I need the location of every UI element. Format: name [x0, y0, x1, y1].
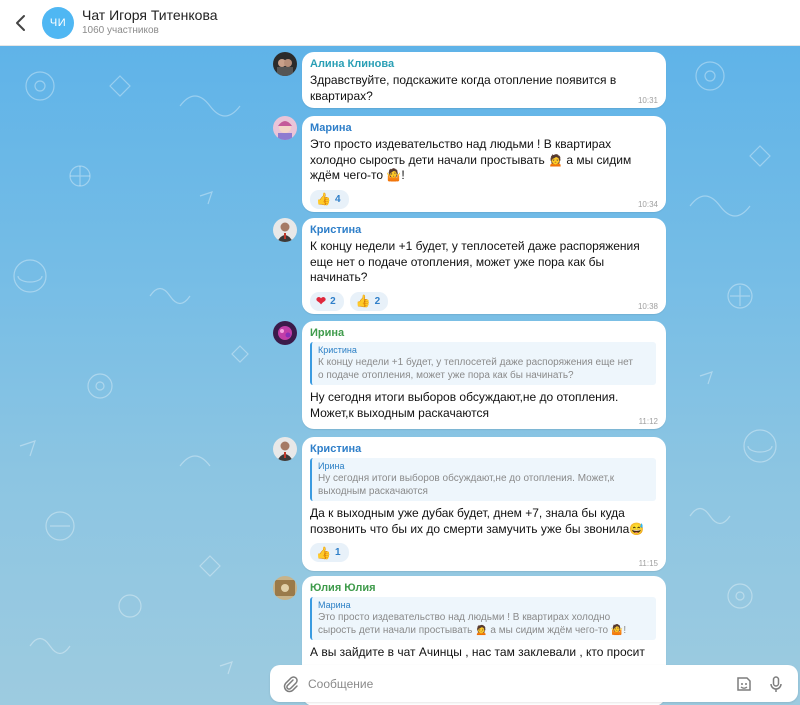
- reply-text: Ну сегодня итоги выборов обсуждают,не до…: [318, 473, 615, 497]
- message-time: 11:12: [638, 417, 658, 426]
- thumbs-up-icon: 👍: [355, 294, 371, 308]
- reply-text: К концу недели +1 будет, у теплосетей да…: [318, 357, 633, 381]
- member-count: 1060 участников: [82, 25, 159, 36]
- heart-icon: ❤: [316, 294, 327, 308]
- message-text: К концу недели +1 будет, у теплосетей да…: [310, 239, 640, 284]
- message-sender[interactable]: Кристина: [310, 442, 656, 456]
- message-bubble[interactable]: Кристина Ирина Ну сегодня итоги выборов …: [302, 437, 666, 571]
- reply-quote[interactable]: Ирина Ну сегодня итоги выборов обсуждают…: [310, 458, 656, 501]
- woman-frowning-emoji-icon: 🙍: [475, 625, 488, 636]
- message-input[interactable]: [306, 674, 710, 694]
- sticker-icon[interactable]: [734, 674, 754, 694]
- chat-avatar[interactable]: ЧИ: [42, 7, 74, 39]
- message-time: 10:38: [637, 302, 658, 311]
- reply-sender: Кристина: [318, 345, 357, 355]
- woman-shrugging-emoji-icon: 🤷: [610, 625, 624, 636]
- message-time: 10:34: [637, 200, 658, 209]
- message-bubble[interactable]: Марина Это просто издевательство над люд…: [302, 116, 666, 212]
- reply-quote[interactable]: Марина Это просто издевательство над люд…: [310, 597, 656, 640]
- reply-sender: Ирина: [318, 461, 345, 471]
- back-arrow-icon[interactable]: [10, 12, 32, 34]
- reaction-thumbs-up[interactable]: 👍 2: [349, 291, 389, 311]
- avatar[interactable]: [273, 218, 297, 242]
- message-bubble[interactable]: Кристина К концу недели +1 будет, у тепл…: [302, 218, 666, 314]
- message-time: 10:31: [637, 96, 658, 105]
- chat-title[interactable]: Чат Игоря Титенкова: [82, 7, 218, 23]
- reply-text: Это просто издевательство над людьми ! В…: [318, 612, 627, 636]
- message-sender[interactable]: Юлия Юлия: [310, 581, 656, 595]
- reaction-thumbs-up[interactable]: 👍 1: [310, 543, 349, 562]
- woman-shrugging-emoji-icon: 🤷: [386, 168, 402, 182]
- avatar[interactable]: [273, 576, 297, 600]
- chat-area: Алина Клинова Здравствуйте, подскажите к…: [0, 46, 800, 705]
- avatar[interactable]: [273, 116, 297, 140]
- message-sender[interactable]: Алина Клинова: [310, 57, 656, 71]
- message-composer: [270, 665, 798, 702]
- message-text: А вы зайдите в чат Ачинцы , нас там закл…: [310, 645, 645, 659]
- avatar[interactable]: [273, 437, 297, 461]
- message-time: 11:15: [638, 559, 658, 568]
- message-text: Да к выходным уже дубак будет, днем +7, …: [310, 506, 645, 536]
- microphone-icon[interactable]: [766, 674, 786, 694]
- avatar[interactable]: [273, 52, 297, 76]
- reaction-thumbs-up[interactable]: 👍 4: [310, 189, 349, 209]
- message-text: Это просто издевательство над людьми ! В…: [310, 137, 632, 182]
- avatar[interactable]: [273, 321, 297, 345]
- message-sender[interactable]: Марина: [310, 121, 656, 135]
- reply-quote[interactable]: Кристина К концу недели +1 будет, у тепл…: [310, 342, 656, 385]
- message-sender[interactable]: Ирина: [310, 326, 656, 340]
- reaction-heart[interactable]: ❤ 2: [310, 291, 344, 311]
- reply-sender: Марина: [318, 600, 351, 610]
- message-bubble[interactable]: Ирина Кристина К концу недели +1 будет, …: [302, 321, 666, 429]
- message-bubble[interactable]: Алина Клинова Здравствуйте, подскажите к…: [302, 52, 666, 108]
- message-text: Здравствуйте, подскажите когда отопление…: [310, 73, 617, 103]
- chat-header: ЧИ Чат Игоря Титенкова 1060 участников: [0, 0, 800, 46]
- message-text: Ну сегодня итоги выборов обсуждают,не до…: [310, 390, 619, 420]
- woman-frowning-emoji-icon: 🙍: [548, 152, 563, 167]
- thumbs-up-icon: 👍: [316, 545, 331, 560]
- message-sender[interactable]: Кристина: [310, 223, 656, 237]
- grinning-sweat-emoji-icon: 😅: [629, 521, 645, 536]
- paperclip-icon[interactable]: [280, 674, 300, 694]
- thumbs-up-icon: 👍: [316, 192, 331, 206]
